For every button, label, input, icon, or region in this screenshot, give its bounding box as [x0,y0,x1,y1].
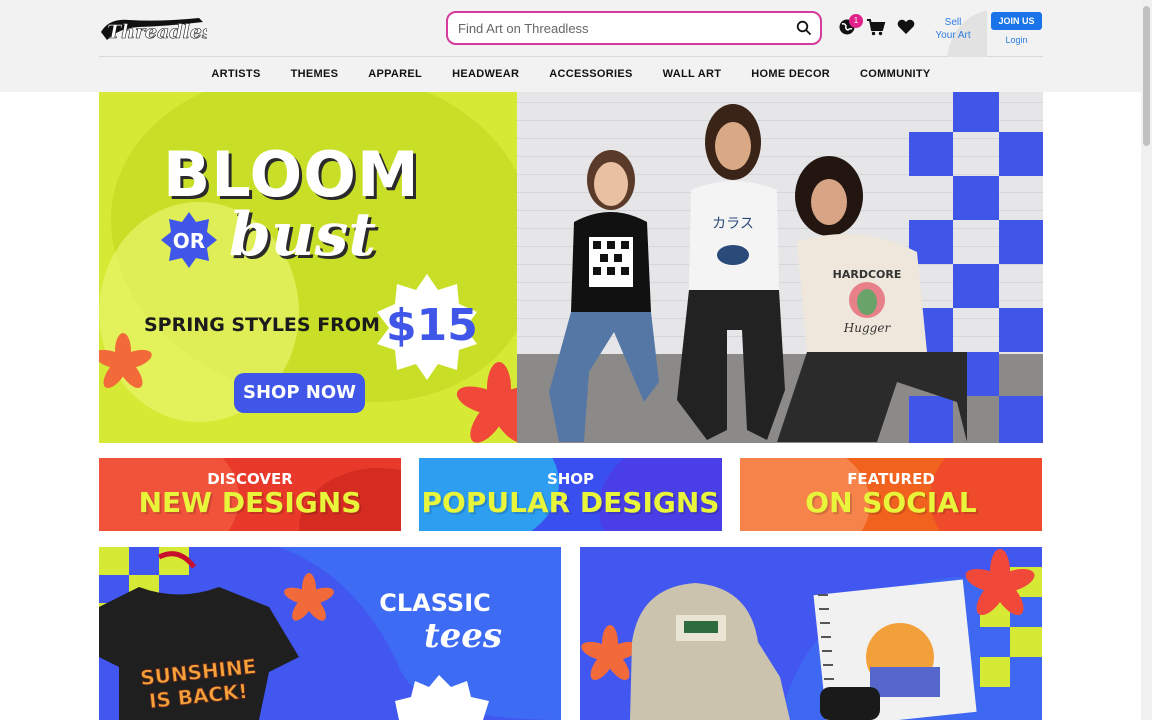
promo-accessories-art [580,547,1042,720]
svg-text:tees: tees [424,616,502,656]
category-big-label: POPULAR DESIGNS [421,486,720,519]
header-top-bar: Threadless 1 Sell Your A [99,0,1043,57]
search-input[interactable] [458,19,778,37]
hero-banner[interactable]: BLOOM OR bust SPRING STYLES FROM $15 SHO… [99,92,1043,443]
heart-icon[interactable] [896,17,916,37]
model-3: HARDCORE Hugger [777,156,967,442]
svg-text:CLASSIC: CLASSIC [379,589,491,617]
promo-classic-tees[interactable]: SUNSHINE IS BACK! CLASSIC tees [99,547,561,720]
svg-text:Threadless: Threadless [107,21,207,43]
hero-subline: SPRING STYLES FROM [144,314,380,336]
hero-price: $15 [386,300,478,351]
category-big-label: NEW DESIGNS [138,486,362,519]
sell-label: Sell [944,17,962,28]
page-scrollbar[interactable] [1141,0,1152,720]
promo-accessories[interactable] [580,547,1042,720]
search-box[interactable] [446,11,822,45]
nav-item-wall-art[interactable]: WALL ART [648,58,737,92]
flower-decoration-large [456,362,517,443]
svg-text:HARDCORE: HARDCORE [833,268,902,281]
flower-decoration [99,333,152,389]
hero-photo: カラス HARDCORE Hugger [517,92,1043,443]
svg-text:Hugger: Hugger [843,321,892,335]
cart-icon[interactable] [866,17,886,37]
category-on-social[interactable]: FEATURED ON SOCIAL [740,458,1042,531]
nav-item-headwear[interactable]: HEADWEAR [437,58,534,92]
nav-item-artists[interactable]: ARTISTS [196,58,275,92]
nav-item-accessories[interactable]: ACCESSORIES [534,58,647,92]
scrollbar-thumb[interactable] [1143,6,1150,146]
category-new-designs[interactable]: DISCOVER NEW DESIGNS [99,458,401,531]
category-popular-designs[interactable]: SHOP POPULAR DESIGNS [419,458,722,531]
or-badge: OR [161,212,217,268]
sell-your-art-link[interactable]: Sell Your Art [932,16,974,42]
main-nav: ARTISTS THEMES APPAREL HEADWEAR ACCESSOR… [99,58,1043,92]
hero-bust-text: bust [229,200,377,270]
nav-item-community[interactable]: COMMUNITY [845,58,946,92]
threadless-logo[interactable]: Threadless [99,12,207,46]
search-icon[interactable] [796,20,812,36]
your-art-label: Your Art [935,30,971,41]
nav-item-home-decor[interactable]: HOME DECOR [736,58,845,92]
join-button[interactable]: JOIN US [991,12,1042,30]
promo-classic-tees-art: SUNSHINE IS BACK! CLASSIC tees [99,547,561,720]
shop-now-button[interactable]: SHOP NOW [234,373,365,413]
notification-badge: 1 [849,14,863,28]
nav-item-apparel[interactable]: APPAREL [353,58,437,92]
svg-text:OR: OR [173,229,205,253]
category-big-label: ON SOCIAL [805,486,977,519]
login-link[interactable]: Login [991,35,1042,45]
nav-item-themes[interactable]: THEMES [276,58,354,92]
model-1 [549,150,659,442]
svg-text:カラス: カラス [712,216,754,232]
hero-promo-panel: BLOOM OR bust SPRING STYLES FROM $15 SHO… [99,92,517,443]
site-header: Threadless 1 Sell Your A [0,0,1152,92]
